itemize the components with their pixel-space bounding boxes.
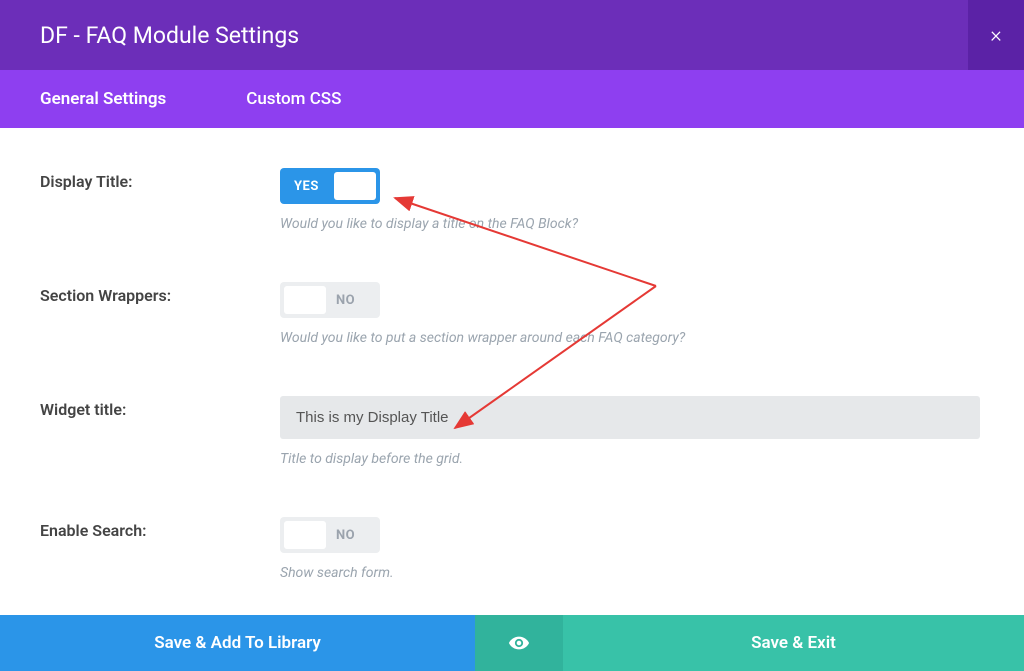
enable-search-help: Show search form. bbox=[280, 565, 984, 581]
eye-icon bbox=[508, 632, 530, 654]
close-button[interactable]: × bbox=[968, 0, 1024, 70]
field-enable-search: Enable Search: NO Show search form. bbox=[40, 517, 984, 581]
section-wrappers-toggle[interactable]: NO bbox=[280, 282, 380, 318]
enable-search-label: Enable Search: bbox=[40, 517, 280, 581]
field-section-wrappers: Section Wrappers: NO Would you like to p… bbox=[40, 282, 984, 346]
tab-custom-css[interactable]: Custom CSS bbox=[206, 70, 381, 128]
save-exit-button[interactable]: Save & Exit bbox=[563, 615, 1024, 671]
modal-header: DF - FAQ Module Settings × bbox=[0, 0, 1024, 70]
save-add-library-button[interactable]: Save & Add To Library bbox=[0, 615, 475, 671]
footer-actions: Save & Add To Library Save & Exit bbox=[0, 615, 1024, 671]
toggle-thumb bbox=[334, 172, 376, 200]
display-title-toggle[interactable]: YES bbox=[280, 168, 380, 204]
toggle-yes-label: YES bbox=[280, 179, 319, 194]
field-display-title: Display Title: YES Would you like to dis… bbox=[40, 168, 984, 232]
preview-button[interactable] bbox=[475, 615, 563, 671]
toggle-thumb bbox=[284, 286, 326, 314]
widget-title-label: Widget title: bbox=[40, 396, 280, 467]
toggle-thumb bbox=[284, 521, 326, 549]
tab-general-settings[interactable]: General Settings bbox=[0, 70, 206, 128]
settings-form: Display Title: YES Would you like to dis… bbox=[0, 128, 1024, 619]
widget-title-input[interactable] bbox=[280, 396, 980, 439]
display-title-help: Would you like to display a title on the… bbox=[280, 216, 984, 232]
section-wrappers-label: Section Wrappers: bbox=[40, 282, 280, 346]
section-wrappers-help: Would you like to put a section wrapper … bbox=[280, 330, 984, 346]
display-title-label: Display Title: bbox=[40, 168, 280, 232]
field-widget-title: Widget title: Title to display before th… bbox=[40, 396, 984, 467]
tabs-bar: General Settings Custom CSS bbox=[0, 70, 1024, 128]
close-icon: × bbox=[990, 23, 1002, 48]
modal-title: DF - FAQ Module Settings bbox=[40, 22, 299, 49]
widget-title-help: Title to display before the grid. bbox=[280, 451, 984, 467]
enable-search-toggle[interactable]: NO bbox=[280, 517, 380, 553]
